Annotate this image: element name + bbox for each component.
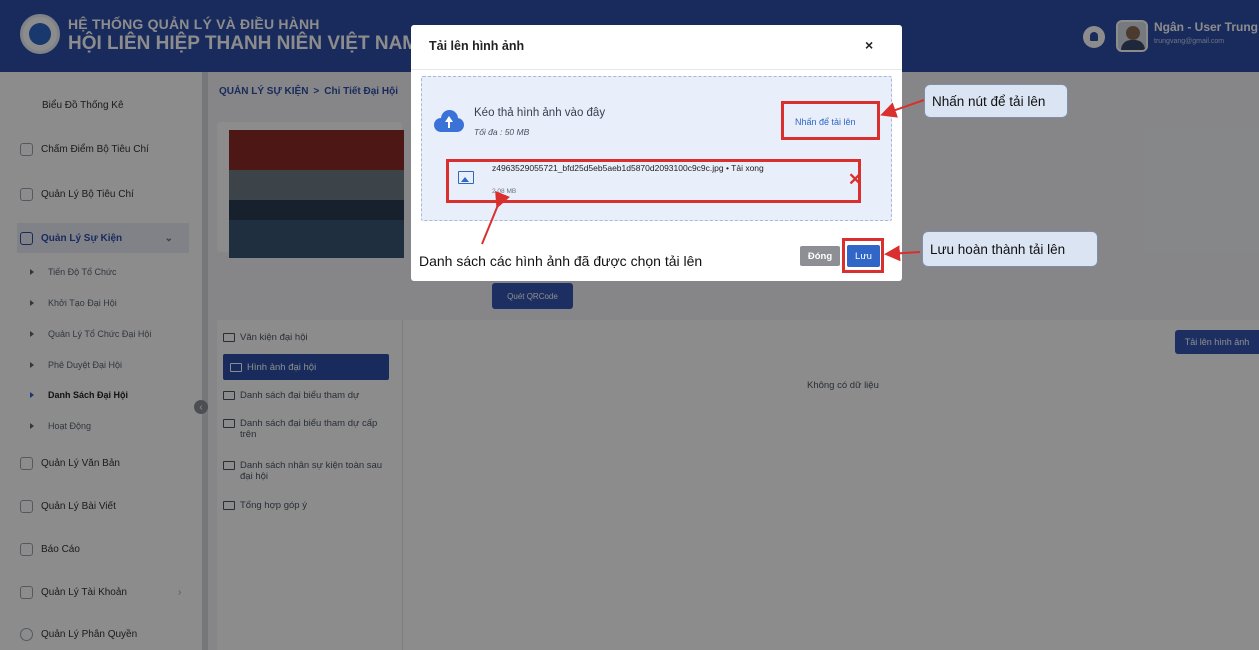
modal-divider (411, 69, 902, 70)
caption-file-list: Danh sách các hình ảnh đã được chọn tải … (419, 253, 703, 269)
max-size-text: Tối đa : 50 MB (474, 127, 530, 137)
cloud-upload-icon (434, 110, 464, 132)
highlight-browse-link (781, 101, 880, 140)
close-button[interactable]: Đóng (800, 246, 840, 266)
highlight-save-button (842, 238, 884, 273)
dropzone-text: Kéo thả hình ảnh vào đây (474, 107, 606, 119)
highlight-file-item (446, 159, 861, 203)
callout-upload: Nhấn nút để tải lên (924, 84, 1068, 118)
callout-save: Lưu hoàn thành tải lên (922, 231, 1098, 267)
close-icon[interactable]: × (865, 37, 873, 53)
modal-title: Tải lên hình ảnh (429, 39, 525, 53)
upload-modal: Tải lên hình ảnh × Kéo thả hình ảnh vào … (411, 25, 902, 281)
